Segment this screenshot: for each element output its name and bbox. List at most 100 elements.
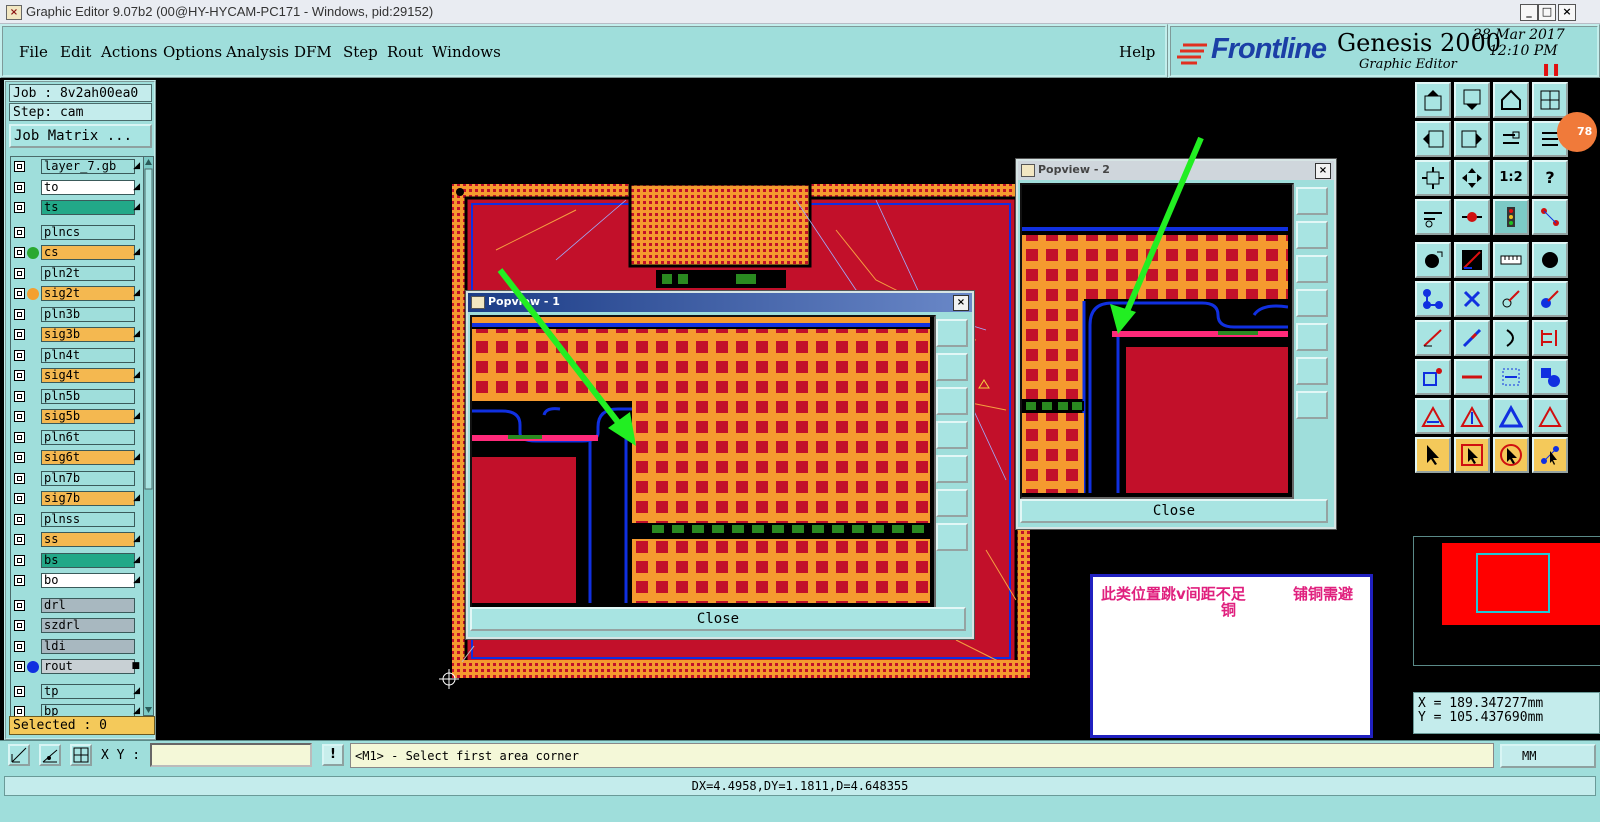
- layer-row[interactable]: szdrl: [11, 618, 143, 634]
- popview-1-close-button[interactable]: Close: [470, 607, 966, 631]
- close-window-button[interactable]: ×: [1558, 4, 1576, 21]
- layer-checkbox[interactable]: [14, 390, 25, 402]
- layer-name[interactable]: sig5b: [41, 409, 135, 424]
- pan-left-tool-button[interactable]: [1415, 121, 1451, 157]
- layer-row[interactable]: plncs: [11, 224, 143, 241]
- layer-name[interactable]: tp: [41, 683, 135, 699]
- triangle-2-tool-button[interactable]: [1454, 398, 1490, 434]
- angle-tool-button[interactable]: [39, 744, 61, 766]
- layer-name[interactable]: pln2t: [41, 265, 135, 281]
- layer-checkbox[interactable]: [14, 554, 25, 566]
- network-tool-button[interactable]: [1532, 199, 1568, 235]
- drc-tool-button[interactable]: [1454, 242, 1490, 278]
- layer-checkbox[interactable]: [14, 411, 25, 422]
- layer-name[interactable]: cs: [41, 245, 135, 260]
- layer-checkbox[interactable]: [14, 349, 25, 361]
- layer-row[interactable]: sig5b ◢: [11, 409, 143, 425]
- layer-checkbox[interactable]: [14, 308, 25, 320]
- dash-tool-button[interactable]: [1454, 359, 1490, 395]
- menu-options[interactable]: Options: [163, 43, 222, 61]
- popview-2-pan-up-button[interactable]: [1296, 221, 1328, 249]
- select-net-button[interactable]: [1493, 437, 1529, 473]
- units-select[interactable]: MM: [1500, 744, 1596, 768]
- layer-name[interactable]: sig2t: [41, 286, 135, 301]
- layer-row[interactable]: pln6t: [11, 429, 143, 446]
- layer-row[interactable]: ss ◢: [11, 532, 143, 548]
- layer-row[interactable]: pln7b: [11, 470, 143, 487]
- layer-checkbox[interactable]: [14, 181, 25, 193]
- popview-2-window[interactable]: Popview - 2 × Close: [1016, 159, 1336, 529]
- layer-checkbox[interactable]: [14, 493, 25, 504]
- pan-right-tool-button[interactable]: [1454, 121, 1490, 157]
- zoom-tool-button[interactable]: [1454, 160, 1490, 196]
- box-select-tool-button[interactable]: [1415, 359, 1451, 395]
- layer-row[interactable]: sig4t ◢: [11, 368, 143, 384]
- layer-checkbox[interactable]: [14, 685, 25, 697]
- layer-name[interactable]: pln5b: [41, 388, 135, 404]
- layer-row[interactable]: pln2t: [11, 265, 143, 282]
- notification-badge[interactable]: 78: [1557, 112, 1597, 152]
- popview-2-zoom-in-button[interactable]: [1296, 357, 1328, 385]
- measure-tool-button[interactable]: [1454, 199, 1490, 235]
- popview-2-zoom-out-button[interactable]: [1296, 391, 1328, 419]
- layer-checkbox[interactable]: [14, 370, 25, 381]
- pad-tool-button[interactable]: [1415, 242, 1451, 278]
- layer-list-scrollbar[interactable]: [143, 156, 154, 716]
- palette-tool-button[interactable]: [1415, 199, 1451, 235]
- layer-row[interactable]: ldi: [11, 638, 143, 655]
- select-connected-button[interactable]: [1532, 437, 1568, 473]
- layer-name[interactable]: ldi: [41, 638, 135, 654]
- layer-checkbox[interactable]: [14, 226, 25, 238]
- menu-analysis[interactable]: Analysis: [226, 43, 289, 61]
- popview-2-viewport[interactable]: [1020, 183, 1294, 499]
- layer-name[interactable]: sig4t: [41, 368, 135, 383]
- select-pointer-button[interactable]: [1415, 437, 1451, 473]
- layer-row[interactable]: sig2t ◢: [11, 286, 143, 302]
- window-title-bar[interactable]: × Graphic Editor 9.07b2 (00@HY-HYCAM-PC1…: [0, 0, 1600, 24]
- help-tool-button[interactable]: ?: [1532, 160, 1568, 196]
- menu-dfm[interactable]: DFM: [294, 43, 332, 61]
- layer-row[interactable]: bo ◢: [11, 573, 143, 589]
- job-matrix-button[interactable]: Job Matrix ...: [9, 124, 152, 148]
- slash-tool-button[interactable]: [1454, 320, 1490, 356]
- layer-name[interactable]: ss: [41, 532, 135, 547]
- popview-1-zoom-fit-button[interactable]: [936, 319, 968, 347]
- layer-row[interactable]: sig7b ◢: [11, 491, 143, 507]
- layer-checkbox[interactable]: [14, 267, 25, 279]
- layer-checkbox[interactable]: [14, 288, 25, 299]
- copy-tool-button[interactable]: [1532, 281, 1568, 317]
- layer-checkbox[interactable]: [14, 640, 25, 652]
- layer-name[interactable]: plnss: [41, 511, 135, 527]
- popview-1-pan-up-button[interactable]: [936, 353, 968, 381]
- layer-checkbox[interactable]: [14, 329, 25, 340]
- xy-input[interactable]: [150, 743, 312, 767]
- layer-row[interactable]: pln3b: [11, 306, 143, 323]
- popview-1-viewport[interactable]: [470, 315, 936, 609]
- traffic-light-tool-button[interactable]: [1493, 199, 1529, 235]
- layer-checkbox[interactable]: [14, 513, 25, 525]
- layer-name[interactable]: pln7b: [41, 470, 135, 486]
- layer-list[interactable]: layer_7.gb ◢ to ◢ ts ◢ plncs cs ◢ pln2t sig2t ◢ pln3…: [10, 156, 144, 718]
- menu-edit[interactable]: Edit: [60, 43, 91, 61]
- group-tool-button[interactable]: [1532, 359, 1568, 395]
- layer-row[interactable]: rout ■: [11, 659, 143, 675]
- layer-checkbox[interactable]: [14, 575, 25, 586]
- layer-name[interactable]: pln3b: [41, 306, 135, 322]
- popview-1-pan-down-button[interactable]: [936, 387, 968, 415]
- layer-name[interactable]: sig7b: [41, 491, 135, 506]
- layer-checkbox[interactable]: [14, 452, 25, 463]
- layer-row[interactable]: pln5b: [11, 388, 143, 405]
- popview-2-title-bar[interactable]: Popview - 2 ×: [1018, 161, 1334, 180]
- layer-name[interactable]: rout: [41, 659, 135, 674]
- popview-1-window[interactable]: Popview - 1 × Close: [466, 291, 974, 639]
- layer-row[interactable]: tp ◢: [11, 683, 143, 700]
- pause-icon[interactable]: ❚❚: [1541, 62, 1561, 76]
- align-tool-button[interactable]: [1532, 320, 1568, 356]
- layer-row[interactable]: plnss: [11, 511, 143, 528]
- menu-windows[interactable]: Windows: [432, 43, 501, 61]
- download-tool-button[interactable]: [1454, 82, 1490, 118]
- connect-tool-button[interactable]: [1415, 281, 1451, 317]
- layer-row[interactable]: drl: [11, 597, 143, 614]
- popview-2-pan-right-button[interactable]: [1296, 323, 1328, 351]
- layer-row[interactable]: layer_7.gb ◢: [11, 159, 143, 175]
